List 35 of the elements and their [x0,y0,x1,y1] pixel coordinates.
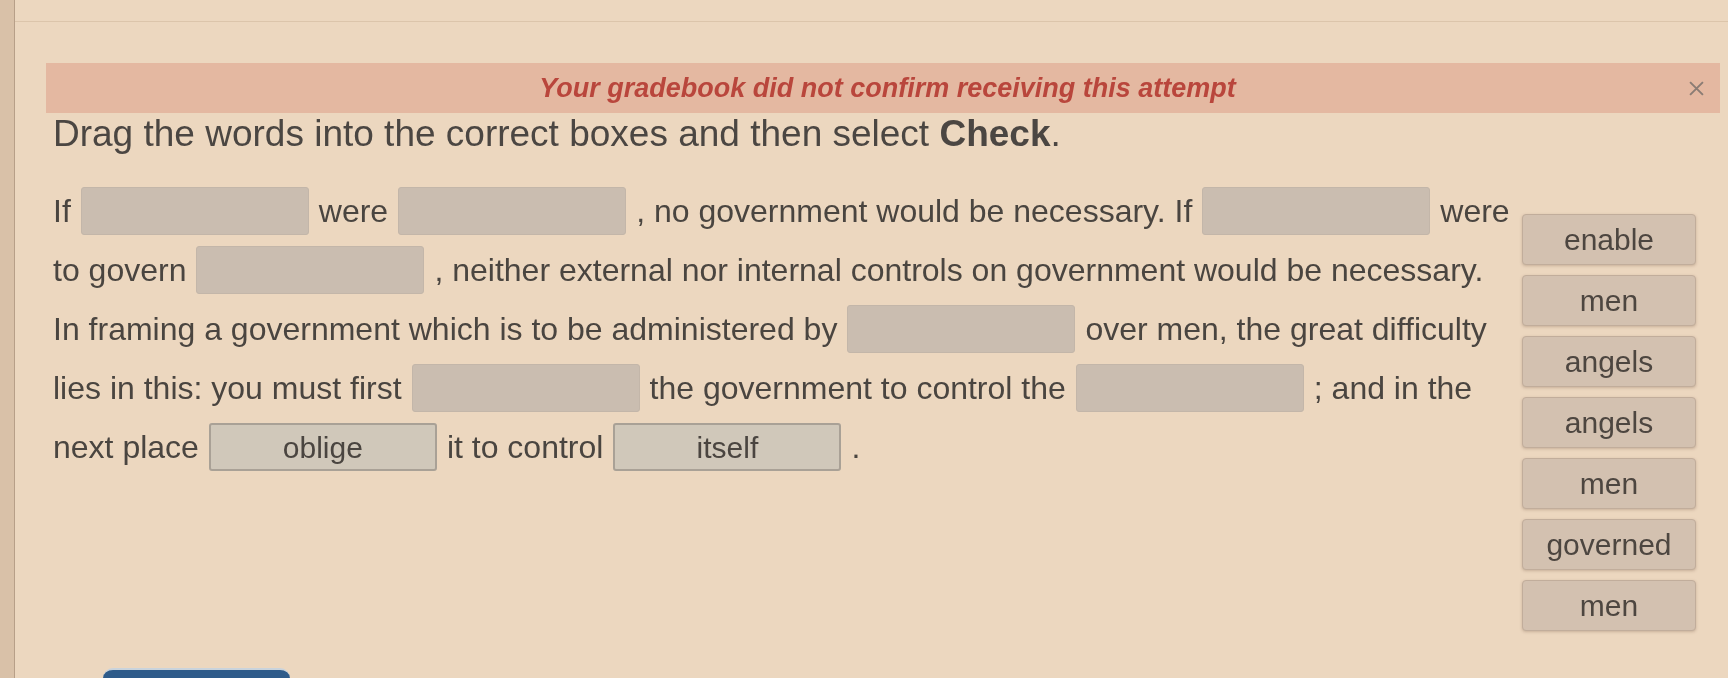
passage-text: . [851,428,861,467]
answer-box[interactable] [411,364,640,412]
passage-text: , neither external nor internal controls on government would be necessary. [434,251,1484,290]
word-tile[interactable]: men [1522,458,1696,509]
passage-text: If [53,192,71,231]
word-tile[interactable]: enable [1522,214,1696,265]
answer-box[interactable] [398,187,627,235]
passage-text: the government to control the [649,369,1066,408]
instruction-text: Drag the words into the correct boxes and then select Check. [53,113,1062,154]
answer-box[interactable] [196,246,425,294]
passage-text: lies in this: you must first [53,369,402,408]
word-tile[interactable]: angels [1522,397,1696,448]
answer-box[interactable]: oblige [208,423,437,471]
close-button[interactable] [1689,80,1704,96]
close-icon [1689,80,1704,96]
passage-text: to govern [53,251,187,290]
answer-box[interactable] [80,187,309,235]
word-tile[interactable]: men [1522,275,1696,326]
passage-text: next place [53,428,199,467]
passage-text: were [1440,192,1510,231]
answer-box[interactable]: itself [613,423,842,471]
word-tile[interactable]: governed [1522,519,1696,570]
passage-text: were [318,192,389,231]
passage-text: In framing a government which is to be administered by [53,310,838,349]
passage-text: , no government would be necessary. If [636,192,1193,231]
alert-message: Your gradebook did not confirm receiving this attempt [539,71,1236,105]
answer-box[interactable] [1075,364,1304,412]
answer-box[interactable] [847,305,1076,353]
passage-text: it to control [446,428,604,467]
passage-text: over men, the great difficulty [1085,310,1487,349]
passage-text: ; and in the [1313,369,1473,408]
word-tile[interactable]: angels [1522,336,1696,387]
answer-box[interactable] [1202,187,1431,235]
word-tile[interactable]: men [1522,580,1696,631]
partial-button[interactable] [103,668,290,678]
